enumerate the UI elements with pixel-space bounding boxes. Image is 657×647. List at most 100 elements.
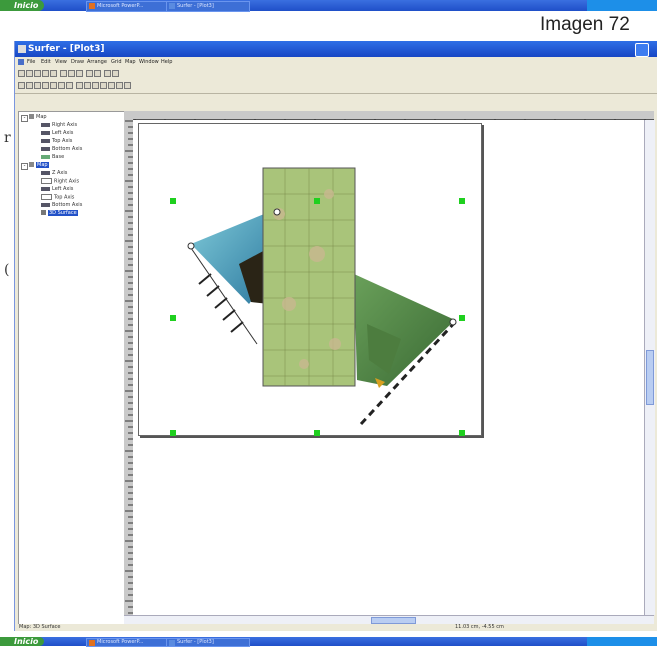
plot-page: [138, 123, 482, 436]
selection-handle-middle-right[interactable]: [459, 315, 465, 321]
ruler-left-ticks: [125, 120, 133, 614]
base-map-icon: [41, 154, 50, 159]
axis-icon: [41, 122, 50, 127]
taskbar-item-powerpoint[interactable]: Microsoft PowerP...: [86, 1, 172, 12]
system-tray-bottom: [587, 637, 657, 646]
tree-item-right-axis-2[interactable]: Right Axis: [41, 178, 79, 186]
start-button[interactable]: Inicio: [0, 0, 45, 11]
tree-item-left-axis-2[interactable]: Left Axis: [41, 186, 73, 193]
tree-item-3d-surface[interactable]: 3D Surface: [41, 210, 78, 217]
menu-bar: File Edit View Draw Arrange Grid Map Win…: [15, 57, 657, 67]
surface-map-graphic[interactable]: [139, 124, 481, 435]
tree-item-map-2[interactable]: Map: [29, 162, 49, 169]
map-node: [273, 208, 281, 216]
help-pointer-icon[interactable]: [104, 70, 111, 77]
menu-help[interactable]: Help: [161, 57, 172, 67]
axis-icon: [41, 186, 50, 191]
vertical-scrollbar[interactable]: [644, 120, 655, 615]
taskbar-bottom: Inicio Microsoft PowerP... Surfer - [Plo…: [0, 637, 657, 647]
polyline-icon[interactable]: [92, 82, 99, 89]
ruler-top: [133, 111, 654, 126]
copy-icon[interactable]: [68, 70, 75, 77]
restore-button[interactable]: [635, 43, 649, 57]
menu-arrange[interactable]: Arrange: [87, 57, 107, 67]
document-icon: [18, 59, 24, 65]
tree-item-bottom-axis-1[interactable]: Bottom Axis: [41, 146, 82, 153]
tree-item-z-axis[interactable]: Z Axis: [41, 170, 67, 177]
axis-icon: [41, 130, 50, 135]
tree-item-left-axis-1[interactable]: Left Axis: [41, 130, 73, 137]
select-arrow-icon[interactable]: [18, 82, 25, 89]
horizontal-scroll-thumb[interactable]: [371, 617, 416, 624]
tree-item-base[interactable]: Base: [41, 154, 64, 161]
toolbar-separator: [15, 93, 657, 94]
open-icon[interactable]: [26, 70, 33, 77]
tree-item-top-axis-2[interactable]: Top Axis: [41, 194, 74, 202]
axis-icon: [41, 138, 50, 143]
tree-item-top-axis-1[interactable]: Top Axis: [41, 138, 72, 145]
zoom-page-icon[interactable]: [66, 82, 73, 89]
menu-map[interactable]: Map: [125, 57, 136, 67]
axis-icon: [41, 170, 50, 175]
save-icon[interactable]: [34, 70, 41, 77]
start-button-bottom[interactable]: Inicio: [0, 637, 45, 646]
new-icon[interactable]: [18, 70, 25, 77]
axis-hidden-icon: [41, 178, 52, 184]
selection-handle-top-left[interactable]: [170, 198, 176, 204]
axis-icon: [41, 146, 50, 151]
right-surface-node: [449, 318, 457, 326]
selection-handle-top-right[interactable]: [459, 198, 465, 204]
paste-icon[interactable]: [76, 70, 83, 77]
surfer-icon: [169, 3, 175, 9]
status-selection: Map: 3D Surface: [19, 624, 61, 630]
map-frame-icon: [29, 162, 34, 167]
zoom-fit-icon[interactable]: [58, 82, 65, 89]
ruler-corner: [124, 111, 133, 119]
surface-icon: [41, 210, 46, 215]
hand-icon[interactable]: [26, 82, 33, 89]
ellipse-icon[interactable]: [124, 82, 131, 89]
zoom-in-icon[interactable]: [34, 82, 41, 89]
selection-handle-top-center[interactable]: [314, 198, 320, 204]
rounded-rect-icon[interactable]: [116, 82, 123, 89]
taskbar-top: Inicio Microsoft PowerP... Surfer - [Plo…: [0, 0, 657, 12]
symbol-icon[interactable]: [100, 82, 107, 89]
menu-window[interactable]: Window: [139, 57, 159, 67]
status-bar: Map: 3D Surface 11.03 cm, -4.55 cm: [15, 624, 657, 631]
print-icon[interactable]: [50, 70, 57, 77]
redo-icon[interactable]: [94, 70, 101, 77]
axis-hidden-icon: [41, 194, 52, 200]
menu-file[interactable]: File: [27, 57, 35, 67]
vertical-scroll-thumb[interactable]: [646, 350, 654, 405]
zoom-out-icon[interactable]: [42, 82, 49, 89]
print-preview-icon[interactable]: [42, 70, 49, 77]
tree-expander-map-2[interactable]: -: [21, 163, 28, 170]
selection-handle-middle-left[interactable]: [170, 315, 176, 321]
menu-edit[interactable]: Edit: [41, 57, 51, 67]
tree-item-bottom-axis-2[interactable]: Bottom Axis: [41, 202, 82, 209]
selection-handle-bottom-center[interactable]: [314, 430, 320, 436]
slide-mark-1: r: [4, 130, 11, 146]
undo-icon[interactable]: [86, 70, 93, 77]
menu-view[interactable]: View: [55, 57, 67, 67]
zoom-rect-icon[interactable]: [50, 82, 57, 89]
wizard-icon[interactable]: [112, 70, 119, 77]
map-frame-icon: [29, 114, 34, 119]
rectangle-icon[interactable]: [108, 82, 115, 89]
status-coordinates: 11.03 cm, -4.55 cm: [455, 624, 504, 630]
cut-icon[interactable]: [60, 70, 67, 77]
system-tray: [587, 0, 657, 11]
taskbar-item-surfer[interactable]: Surfer - [Plot3]: [166, 1, 250, 12]
polygon-icon[interactable]: [84, 82, 91, 89]
selection-handle-bottom-left[interactable]: [170, 430, 176, 436]
surfer-icon: [169, 640, 175, 646]
menu-draw[interactable]: Draw: [71, 57, 84, 67]
menu-grid[interactable]: Grid: [111, 57, 122, 67]
tree-expander-map-1[interactable]: -: [21, 115, 28, 122]
object-manager[interactable]: - Map Right Axis Left Axis Top Axis Bott…: [18, 111, 126, 627]
selection-handle-bottom-right[interactable]: [459, 430, 465, 436]
text-tool-icon[interactable]: [76, 82, 83, 89]
tree-item-map-1[interactable]: Map: [29, 114, 47, 121]
tree-item-right-axis-1[interactable]: Right Axis: [41, 122, 77, 129]
left-surface-node: [187, 242, 195, 250]
